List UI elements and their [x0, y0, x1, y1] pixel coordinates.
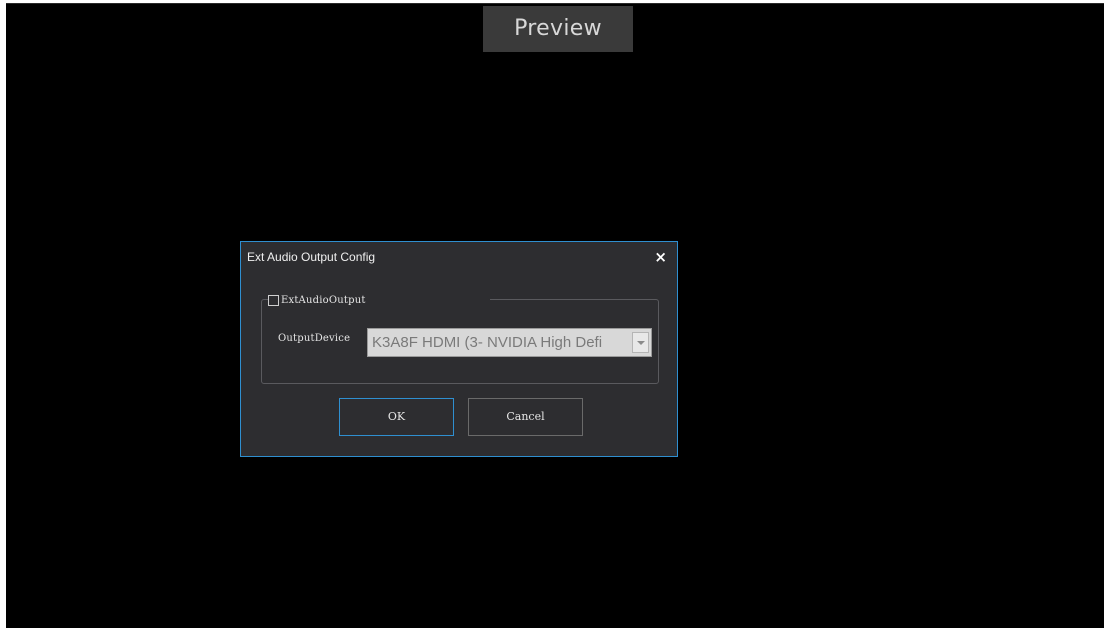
chevron-down-icon[interactable]: [632, 332, 649, 353]
ext-audio-output-checkbox[interactable]: [268, 294, 279, 306]
preview-tab[interactable]: Preview: [483, 6, 633, 52]
dialog-titlebar[interactable]: Ext Audio Output Config ×: [241, 242, 677, 274]
dialog-title: Ext Audio Output Config: [247, 250, 376, 264]
output-device-select[interactable]: K3A8F HDMI (3- NVIDIA High Defi: [367, 328, 652, 357]
output-device-value: K3A8F HDMI (3- NVIDIA High Defi: [372, 334, 603, 351]
ext-audio-output-label[interactable]: ExtAudioOutput: [281, 295, 366, 306]
ok-button[interactable]: OK: [339, 398, 454, 436]
screen: Preview Ext Audio Output Config × ExtAud…: [0, 0, 1108, 630]
groupbox-legend: ExtAudioOutput: [268, 291, 490, 309]
ext-audio-output-dialog: Ext Audio Output Config × ExtAudioOutput…: [240, 241, 678, 457]
preview-area: Preview Ext Audio Output Config × ExtAud…: [6, 3, 1104, 628]
output-device-label: OutputDevice: [278, 333, 351, 344]
cancel-button[interactable]: Cancel: [468, 398, 583, 436]
close-icon[interactable]: ×: [654, 248, 667, 266]
ext-audio-groupbox: ExtAudioOutput OutputDevice K3A8F HDMI (…: [261, 291, 659, 384]
